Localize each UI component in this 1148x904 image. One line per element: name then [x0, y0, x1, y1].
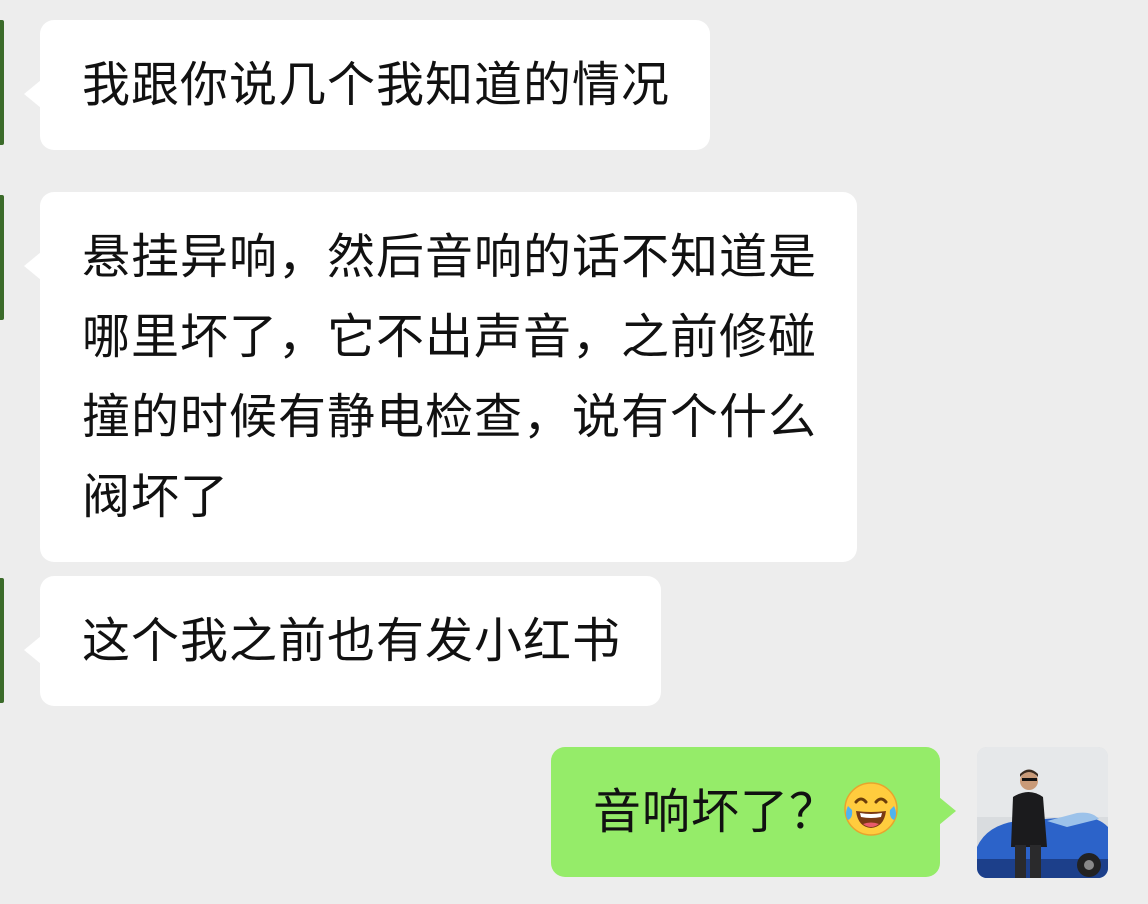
contact-avatar-edge[interactable]: [0, 195, 4, 320]
incoming-message-bubble[interactable]: 悬挂异响，然后音响的话不知道是 哪里坏了，它不出声音，之前修碰 撞的时候有静电检…: [23, 192, 858, 562]
contact-avatar-edge[interactable]: [0, 578, 4, 703]
message-text: 我跟你说几个我知道的情况: [82, 57, 671, 113]
message-text-line: 悬挂异响，然后音响的话不知道是: [82, 229, 818, 285]
message-text-line: 哪里坏了，它不出声音，之前修碰: [82, 309, 818, 365]
message-text-line: 阀坏了: [82, 469, 230, 525]
contact-avatar-edge[interactable]: [0, 20, 4, 145]
message-text: 这个我之前也有发小红书: [82, 613, 622, 669]
incoming-message-bubble[interactable]: 我跟你说几个我知道的情况: [23, 20, 711, 150]
message-text-line: 撞的时候有静电检查，说有个什么: [82, 389, 818, 445]
incoming-message-bubble[interactable]: 这个我之前也有发小红书: [23, 576, 662, 706]
message-text: 音响坏了？: [592, 784, 838, 840]
user-avatar[interactable]: [977, 747, 1108, 878]
tears-of-joy-emoji-icon: [842, 780, 900, 838]
outgoing-message-bubble[interactable]: 音响坏了？: [550, 747, 957, 877]
